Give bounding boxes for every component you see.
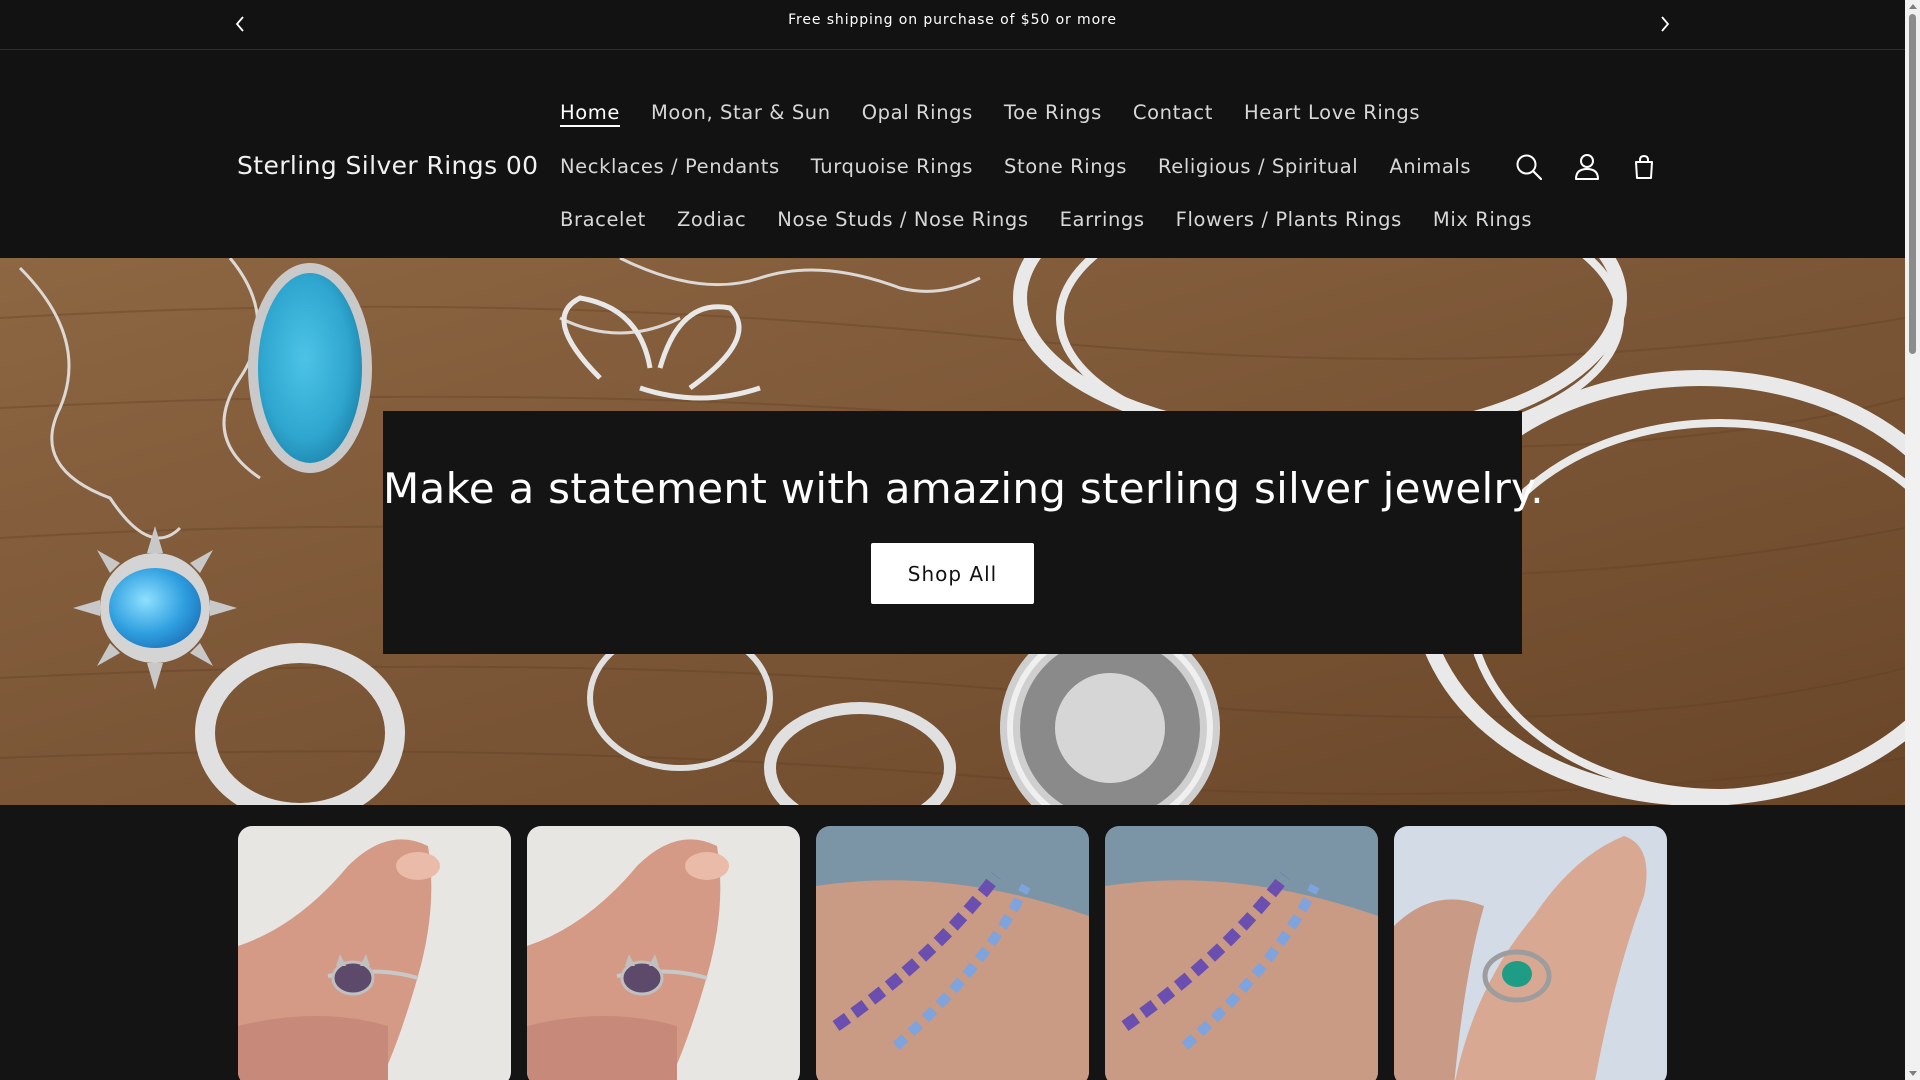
product-card[interactable]	[527, 826, 800, 1080]
product-image	[1105, 826, 1378, 1080]
cart-icon[interactable]	[1628, 151, 1660, 183]
page: Free shipping on purchase of $50 or more…	[0, 0, 1905, 1080]
nav-item-turquoise-rings[interactable]: Turquoise Rings	[811, 155, 973, 178]
announcement-bar: Free shipping on purchase of $50 or more	[0, 0, 1905, 50]
announcement-text: Free shipping on purchase of $50 or more	[788, 12, 1117, 28]
nav-item-heart-love-rings[interactable]: Heart Love Rings	[1244, 101, 1420, 124]
product-image	[816, 826, 1089, 1080]
nav-item-zodiac[interactable]: Zodiac	[677, 208, 746, 231]
nav-item-stone-rings[interactable]: Stone Rings	[1004, 155, 1127, 178]
scrollbar-thumb[interactable]	[1909, 14, 1916, 354]
nav-item-mix-rings[interactable]: Mix Rings	[1433, 208, 1532, 231]
page-scrollbar[interactable]	[1905, 0, 1920, 1080]
product-card[interactable]	[238, 826, 511, 1080]
search-icon[interactable]	[1513, 151, 1545, 183]
nav-item-opal-rings[interactable]: Opal Rings	[862, 101, 973, 124]
nav-item-earrings[interactable]: Earrings	[1060, 208, 1145, 231]
hero-banner: Make a statement with amazing sterling s…	[0, 258, 1905, 805]
product-image	[1394, 826, 1667, 1080]
nav-row-3: Bracelet Zodiac Nose Studs / Nose Rings …	[560, 208, 1532, 231]
hero-heading: Make a statement with amazing sterling s…	[383, 464, 1544, 513]
nav-row-2: Necklaces / Pendants Turquoise Rings Sto…	[560, 155, 1471, 178]
site-header: Sterling Silver Rings 00 Home Moon, Star…	[0, 50, 1905, 258]
nav-item-necklaces-pendants[interactable]: Necklaces / Pendants	[560, 155, 780, 178]
account-icon[interactable]	[1571, 151, 1603, 183]
nav-item-flowers-plants-rings[interactable]: Flowers / Plants Rings	[1176, 208, 1402, 231]
hero-content-box: Make a statement with amazing sterling s…	[383, 411, 1544, 654]
product-card[interactable]	[1394, 826, 1667, 1080]
shop-all-button[interactable]: Shop All	[871, 543, 1034, 604]
nav-item-animals[interactable]: Animals	[1389, 155, 1471, 178]
store-logo[interactable]: Sterling Silver Rings 00	[237, 151, 538, 180]
nav-item-contact[interactable]: Contact	[1133, 101, 1213, 124]
product-card[interactable]	[1105, 826, 1378, 1080]
product-strip	[0, 805, 1905, 1080]
scroll-up-arrow[interactable]	[1909, 4, 1917, 9]
chevron-right-icon[interactable]	[1658, 14, 1672, 34]
nav-row-1: Home Moon, Star & Sun Opal Rings Toe Rin…	[560, 101, 1420, 124]
nav-item-nose-studs[interactable]: Nose Studs / Nose Rings	[777, 208, 1028, 231]
product-image	[527, 826, 800, 1080]
nav-item-bracelet[interactable]: Bracelet	[560, 208, 646, 231]
nav-item-religious-spiritual[interactable]: Religious / Spiritual	[1158, 155, 1358, 178]
nav-item-toe-rings[interactable]: Toe Rings	[1004, 101, 1102, 124]
nav-item-moon-star-sun[interactable]: Moon, Star & Sun	[651, 101, 831, 124]
product-image	[238, 826, 511, 1080]
scroll-down-arrow[interactable]	[1909, 1071, 1917, 1076]
product-card[interactable]	[816, 826, 1089, 1080]
nav-item-home[interactable]: Home	[560, 101, 620, 124]
